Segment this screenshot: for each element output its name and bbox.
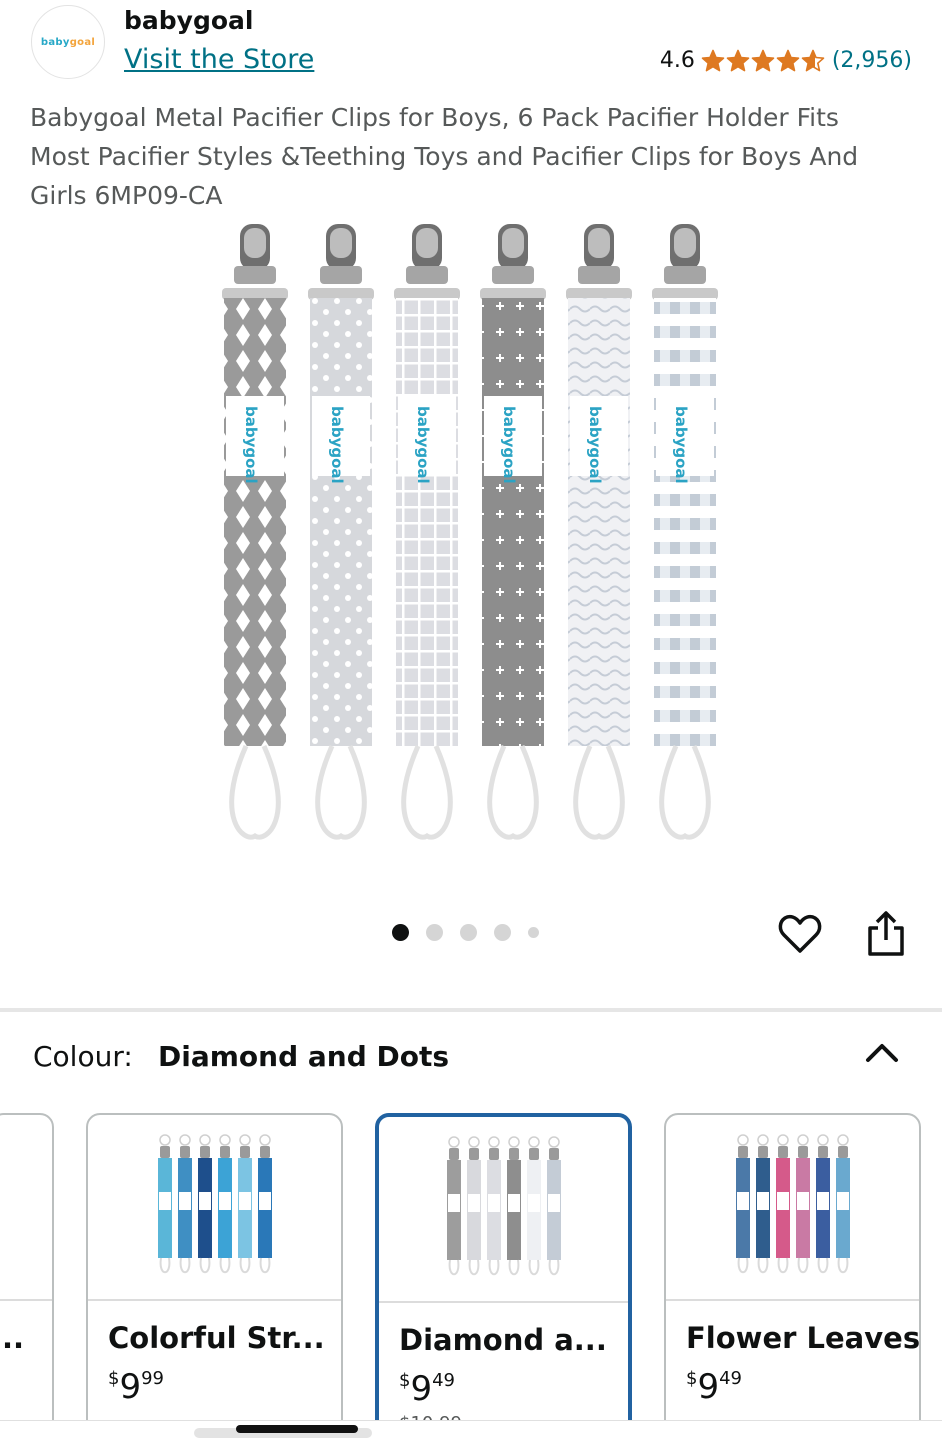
swatch-thumbnail [735,1134,850,1274]
swatch-image [666,1115,919,1299]
svg-text:babygoal: babygoal [414,406,432,484]
pager-dot[interactable] [494,924,511,941]
pager-dot[interactable] [460,924,477,941]
swatch-name: Colorful Str... [108,1321,325,1355]
colour-selected-value: Diamond and Dots [158,1040,450,1073]
swatch-thumbnail [157,1134,272,1274]
chevron-up-icon[interactable] [862,1036,902,1068]
pacifier-clip: babygoal [480,224,546,840]
swatch-diamond-and-dots[interactable]: Diamond a... $949 $10.99 [375,1113,632,1440]
rating-summary[interactable]: 4.6 (2,956) [660,48,912,73]
pacifier-clip: babygoal [652,224,718,840]
star-icon [726,49,750,71]
star-icon [701,49,725,71]
heart-icon[interactable] [776,910,824,958]
swatch-flower-leaves[interactable]: Flower Leaves $949 [664,1113,921,1440]
swatch-name: .. [2,1321,25,1355]
swatch-name: Flower Leaves [686,1321,921,1355]
pager-dot[interactable] [392,924,409,941]
pacifier-clip: babygoal [308,224,374,840]
swatch-image [0,1115,52,1299]
swatch-divider [666,1299,919,1301]
swatch-divider [88,1299,341,1301]
product-image[interactable]: babygoal babygoal babygoal babygoal baby… [210,218,730,848]
swatch-image [88,1115,341,1299]
section-divider [0,1008,942,1012]
svg-text:babygoal: babygoal [500,406,518,484]
star-icon [801,49,825,71]
image-pager[interactable] [392,924,556,941]
store-logo[interactable]: babygoal [31,5,105,79]
colour-label: Colour: [33,1040,133,1073]
pacifier-clip: babygoal [566,224,632,840]
swatch-price: $999 [108,1367,164,1407]
visit-store-link[interactable]: Visit the Store [124,44,314,75]
star-rating [701,49,826,73]
rating-count[interactable]: (2,956) [832,48,912,73]
swatch-divider [379,1301,628,1303]
star-icon [751,49,775,71]
swatch-name: Diamond a... [399,1323,607,1357]
home-indicator[interactable] [236,1425,358,1433]
swatch-thumbnail [446,1136,561,1276]
store-logo-text: babygoal [40,36,96,48]
share-icon[interactable] [862,908,910,960]
pacifier-clip: babygoal [222,224,288,840]
swatch-previous[interactable]: .. [0,1113,54,1440]
home-indicator-area [0,1420,942,1440]
svg-text:babygoal: babygoal [242,406,260,484]
pacifier-clip: babygoal [394,224,460,840]
swatch-divider [0,1299,52,1301]
product-title: Babygoal Metal Pacifier Clips for Boys, … [30,103,859,210]
swatch-price: $949 [399,1369,455,1409]
pager-dot[interactable] [426,924,443,941]
swatch-price: $949 [686,1367,742,1407]
svg-text:babygoal: babygoal [328,406,346,484]
swatch-image [379,1117,628,1301]
brand-name[interactable]: babygoal [124,6,253,35]
pager-dot[interactable] [528,927,539,938]
star-icon [776,49,800,71]
svg-text:babygoal: babygoal [672,406,690,484]
svg-text:babygoal: babygoal [586,406,604,484]
swatch-colorful-stripes[interactable]: Colorful Str... $999 [86,1113,343,1440]
rating-value: 4.6 [659,48,695,73]
